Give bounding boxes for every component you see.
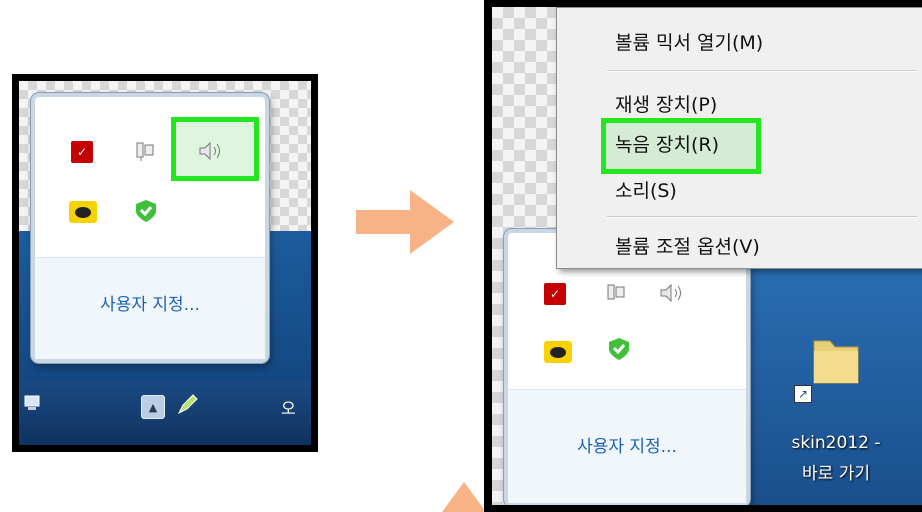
chat-icon[interactable] — [69, 201, 97, 223]
menu-item-volume-options[interactable]: 볼륨 조절 옵션(V) — [615, 232, 760, 259]
menu-separator — [607, 216, 917, 218]
network-icon[interactable] — [133, 139, 157, 163]
shield-icon[interactable] — [608, 337, 630, 361]
folder-icon[interactable] — [808, 327, 864, 387]
up-arrow-icon — [442, 482, 486, 512]
computer-icon[interactable] — [23, 393, 43, 413]
taskbar: ▲ 오 — [19, 381, 311, 445]
speaker-icon[interactable] — [197, 139, 225, 163]
pdf-icon[interactable]: ✓ — [71, 141, 93, 163]
left-screenshot: ▲ 오 ✓ 사용자 지정... — [19, 81, 311, 445]
menu-item-volume-mixer[interactable]: 볼륨 믹서 열기(M) — [615, 28, 763, 55]
volume-context-menu: 볼륨 믹서 열기(M) 재생 장치(P) 녹음 장치(R) 소리(S) 볼륨 조… — [556, 7, 922, 269]
show-hidden-icons-button[interactable]: ▲ — [141, 395, 165, 419]
speaker-icon[interactable] — [658, 281, 686, 305]
shortcut-label-line1[interactable]: skin2012 - — [776, 433, 896, 453]
tray-overflow-popup: ✓ 사용자 지정... — [504, 229, 750, 505]
popup-footer: 사용자 지정... — [508, 390, 746, 503]
right-screenshot-frame: ✓ 사용자 지정... 볼륨 믹서 열기(M) 재생 장치(P) 녹음 장치(R… — [484, 0, 922, 512]
right-arrow-icon — [356, 190, 454, 254]
customize-link[interactable]: 사용자 지정... — [35, 290, 265, 315]
menu-item-recording-devices[interactable]: 녹음 장치(R) — [615, 130, 719, 157]
shortcut-arrow-icon: ↗ — [794, 385, 812, 403]
popup-footer: 사용자 지정... — [35, 258, 265, 359]
right-screenshot: ✓ 사용자 지정... 볼륨 믹서 열기(M) 재생 장치(P) 녹음 장치(R… — [492, 7, 922, 505]
taskbar-clock-text: 오 — [281, 399, 296, 418]
menu-separator — [607, 70, 917, 72]
chat-icon[interactable] — [544, 341, 572, 363]
left-screenshot-frame: ▲ 오 ✓ 사용자 지정... — [12, 74, 318, 452]
menu-item-sounds[interactable]: 소리(S) — [615, 176, 677, 203]
network-icon[interactable] — [604, 281, 628, 305]
customize-link[interactable]: 사용자 지정... — [508, 432, 746, 457]
pdf-icon[interactable]: ✓ — [544, 283, 566, 305]
menu-item-playback-devices[interactable]: 재생 장치(P) — [615, 90, 717, 117]
shield-icon[interactable] — [135, 199, 157, 223]
pen-icon[interactable] — [175, 393, 199, 417]
shortcut-label-line2[interactable]: 바로 가기 — [776, 459, 896, 484]
tray-overflow-popup: ✓ 사용자 지정... — [31, 93, 269, 363]
